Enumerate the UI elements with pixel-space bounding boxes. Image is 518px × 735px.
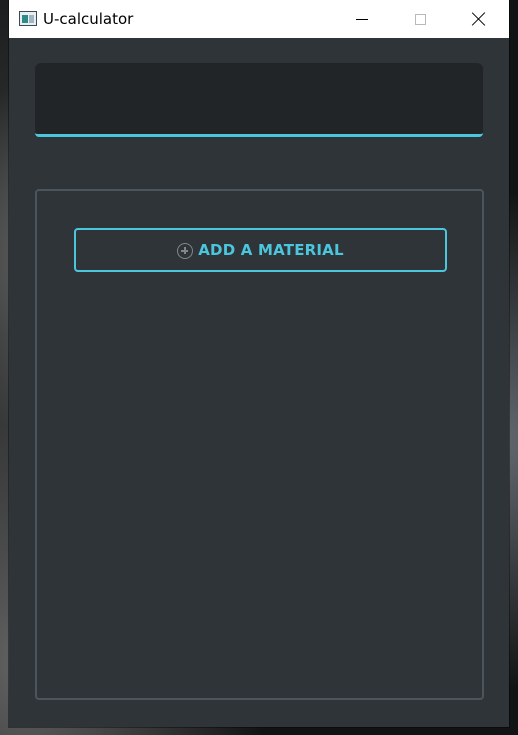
app-window: U-calculator ADD A MATERIAL: [9, 0, 509, 727]
close-icon: [472, 12, 486, 26]
top-input[interactable]: [35, 63, 483, 134]
maximize-icon: [414, 13, 426, 25]
add-material-button[interactable]: ADD A MATERIAL: [74, 228, 447, 272]
app-window-icon: [19, 11, 37, 26]
window-title: U-calculator: [43, 10, 134, 28]
materials-panel: ADD A MATERIAL: [35, 189, 484, 700]
top-text-field[interactable]: [35, 63, 483, 137]
title-bar[interactable]: U-calculator: [9, 0, 509, 38]
add-material-label: ADD A MATERIAL: [198, 241, 344, 259]
close-button[interactable]: [450, 0, 508, 38]
plus-circle-icon: [177, 242, 194, 259]
minimize-button[interactable]: [333, 0, 391, 38]
maximize-button[interactable]: [391, 0, 449, 38]
minimize-icon: [356, 18, 368, 20]
